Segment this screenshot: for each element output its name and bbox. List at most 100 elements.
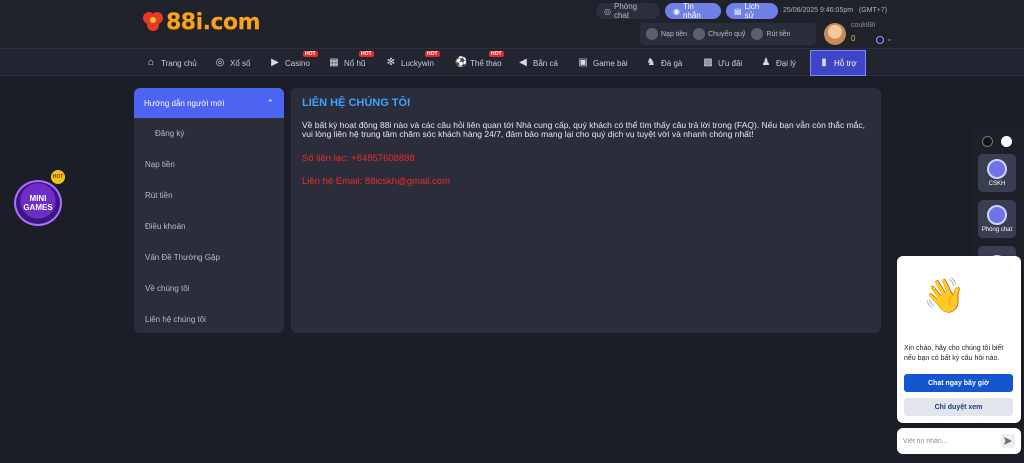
sidebar-item-register[interactable]: Đăng ký bbox=[134, 118, 284, 149]
wallet-actions: Nạp tiền Chuyển quỹ Rút tiền bbox=[640, 23, 816, 45]
agent-icon: ♟ bbox=[761, 57, 771, 68]
clover-logo-icon bbox=[143, 12, 163, 31]
transfer-label: Chuyển quỹ bbox=[708, 30, 746, 38]
send-icon[interactable] bbox=[1001, 434, 1015, 448]
lottery-icon: ◎ bbox=[215, 57, 225, 68]
balance: 0 bbox=[851, 34, 856, 43]
sidebar-item-faq[interactable]: Vấn Đề Thường Gặp bbox=[134, 242, 284, 273]
chat-greeting: Xin chào, hãy cho chúng tôi biết nếu bạn… bbox=[904, 345, 1004, 362]
casino-icon: ▶ bbox=[271, 57, 279, 68]
withdraw-button[interactable]: Rút tiền bbox=[751, 28, 791, 40]
chat-now-button[interactable]: Chat ngay bây giờ bbox=[904, 374, 1013, 392]
nav-lottery[interactable]: ◎ Xổ số bbox=[215, 50, 251, 76]
gamepad-icon: ▣ bbox=[578, 57, 588, 68]
sidebar-item-deposit[interactable]: Nạp tiền bbox=[134, 149, 284, 180]
nav-label: Hỗ trợ bbox=[834, 58, 857, 68]
sidebar-section-beginner-guide[interactable]: Hướng dẫn người mới ⌃ bbox=[134, 88, 284, 118]
site-logo[interactable]: 88i.com bbox=[140, 6, 268, 40]
timezone-text: (GMT+7) bbox=[858, 7, 888, 14]
deposit-label: Nạp tiền bbox=[661, 30, 688, 38]
nav-agent[interactable]: ♟ Đại lý bbox=[761, 50, 797, 76]
chat-room-button[interactable]: ◎ Phòng chat bbox=[596, 2, 660, 20]
messages-label: Tin nhắn bbox=[682, 2, 701, 20]
chat-room-label: Phòng chat bbox=[613, 2, 638, 20]
username: couk88i bbox=[851, 22, 876, 29]
sidebar-item-label: Nạp tiền bbox=[145, 160, 175, 169]
nav-home[interactable]: ⌂ Trang chủ bbox=[146, 50, 197, 76]
main-nav: ⌂ Trang chủ ◎ Xổ số ▶ Casino HOT ▦ Nổ hũ… bbox=[0, 48, 1024, 76]
rooster-icon: ♞ bbox=[646, 57, 656, 68]
right-float-rail: CSKH Phòng chat bbox=[971, 127, 1024, 284]
contact-panel: LIÊN HỆ CHÚNG TÔI Về bất kỳ hoạt động 88… bbox=[291, 88, 881, 333]
nav-label: Xổ số bbox=[230, 58, 251, 68]
luckywin-icon: ✻ bbox=[386, 57, 396, 68]
nav-label: Đại lý bbox=[776, 58, 797, 68]
transfer-button[interactable]: Chuyển quỹ bbox=[693, 28, 745, 40]
history-label: Lịch sử bbox=[744, 2, 760, 20]
chevron-up-icon: ⌃ bbox=[266, 97, 274, 108]
theme-light-dot[interactable] bbox=[1001, 136, 1012, 147]
deposit-button[interactable]: Nạp tiền bbox=[646, 28, 687, 40]
hot-badge: HOT bbox=[425, 51, 440, 57]
sidebar-item-label: Rút tiền bbox=[145, 191, 173, 200]
hot-badge: HOT bbox=[303, 51, 318, 57]
chat-widget: 👋 Xin chào, hãy cho chúng tôi biết nếu b… bbox=[897, 256, 1021, 423]
server-clock: 25/06/2025 9:46:05pm (GMT+7) bbox=[783, 7, 887, 14]
chevron-down-icon[interactable]: ⌄ bbox=[886, 34, 893, 43]
logo-text: 88i.com bbox=[166, 10, 261, 35]
sidebar-item-contact-us[interactable]: Liên hệ chúng tôi bbox=[134, 304, 284, 333]
nav-card-games[interactable]: ▣ Game bài bbox=[578, 50, 628, 76]
nav-label: Luckywin bbox=[401, 58, 434, 68]
customer-support-button[interactable]: CSKH bbox=[978, 154, 1016, 192]
chat-room-label: Phòng chat bbox=[981, 227, 1013, 233]
nav-fishing[interactable]: ◀ Bắn cá bbox=[518, 50, 558, 76]
mini-games-button[interactable]: MINI GAMES bbox=[14, 180, 62, 226]
rail-chat-room-button[interactable]: Phòng chat bbox=[978, 200, 1016, 238]
withdraw-icon bbox=[751, 28, 764, 40]
help-sidebar: Hướng dẫn người mới ⌃ Đăng ký Nạp tiền R… bbox=[134, 88, 284, 333]
sidebar-item-about-us[interactable]: Về chúng tôi bbox=[134, 273, 284, 304]
chat-bubble-icon bbox=[987, 205, 1007, 225]
sidebar-item-withdraw[interactable]: Rút tiền bbox=[134, 180, 284, 211]
just-browse-button[interactable]: Chỉ duyệt xem bbox=[904, 398, 1013, 416]
deposit-icon bbox=[646, 28, 658, 40]
nav-support[interactable]: ▮ Hỗ trợ bbox=[810, 50, 866, 76]
slot-machine-icon: ▦ bbox=[329, 57, 339, 68]
messages-button[interactable]: ◉ Tin nhắn bbox=[665, 2, 721, 20]
nav-label: Game bài bbox=[593, 58, 628, 68]
sidebar-item-label: Đăng ký bbox=[155, 129, 185, 138]
sidebar-item-label: Vấn Đề Thường Gặp bbox=[145, 253, 220, 262]
chat-input-bar bbox=[897, 428, 1021, 454]
history-button[interactable]: ▤ Lịch sử bbox=[726, 2, 778, 20]
transfer-icon bbox=[693, 28, 706, 40]
home-icon: ⌂ bbox=[147, 57, 155, 68]
refresh-balance-icon[interactable] bbox=[876, 36, 884, 44]
sidebar-section-label: Hướng dẫn người mới bbox=[144, 98, 225, 108]
nav-label: Đá gà bbox=[661, 58, 683, 68]
nav-label: Casino bbox=[285, 58, 310, 68]
nav-label: Nổ hũ bbox=[344, 58, 366, 68]
waving-hand-icon: 👋 bbox=[923, 277, 966, 315]
top-header: 88i.com ◎ Phòng chat ◉ Tin nhắn ▤ Lịch s… bbox=[0, 0, 1024, 48]
hot-badge: HOT bbox=[489, 51, 504, 57]
theme-dark-dot[interactable] bbox=[982, 136, 993, 147]
contact-phone[interactable]: Số liên lạc: +84857608888 bbox=[302, 153, 870, 164]
nav-promotions[interactable]: ▩ Ưu đãi bbox=[703, 50, 742, 76]
contact-email[interactable]: Liên hệ Email: 88icskh@gmail.com bbox=[302, 176, 870, 187]
sidebar-item-terms[interactable]: Điều khoản bbox=[134, 211, 284, 242]
history-icon: ▤ bbox=[734, 6, 742, 16]
sidebar-item-label: Điều khoản bbox=[145, 222, 186, 231]
support-book-icon: ▮ bbox=[821, 57, 827, 68]
support-label: CSKH bbox=[988, 181, 1006, 187]
headset-icon bbox=[987, 159, 1007, 179]
nav-cockfight[interactable]: ♞ Đá gà bbox=[646, 50, 683, 76]
sidebar-item-label: Về chúng tôi bbox=[145, 284, 190, 293]
mini-games-label: MINI GAMES bbox=[23, 194, 53, 212]
sports-icon: ⚽ bbox=[455, 57, 468, 68]
avatar[interactable] bbox=[824, 23, 846, 45]
chat-bubble-icon: ◎ bbox=[604, 6, 611, 16]
nav-label: Trang chủ bbox=[161, 58, 197, 68]
chat-message-input[interactable] bbox=[903, 437, 995, 445]
nav-label: Bắn cá bbox=[533, 58, 558, 68]
fishing-icon: ◀ bbox=[519, 57, 527, 68]
